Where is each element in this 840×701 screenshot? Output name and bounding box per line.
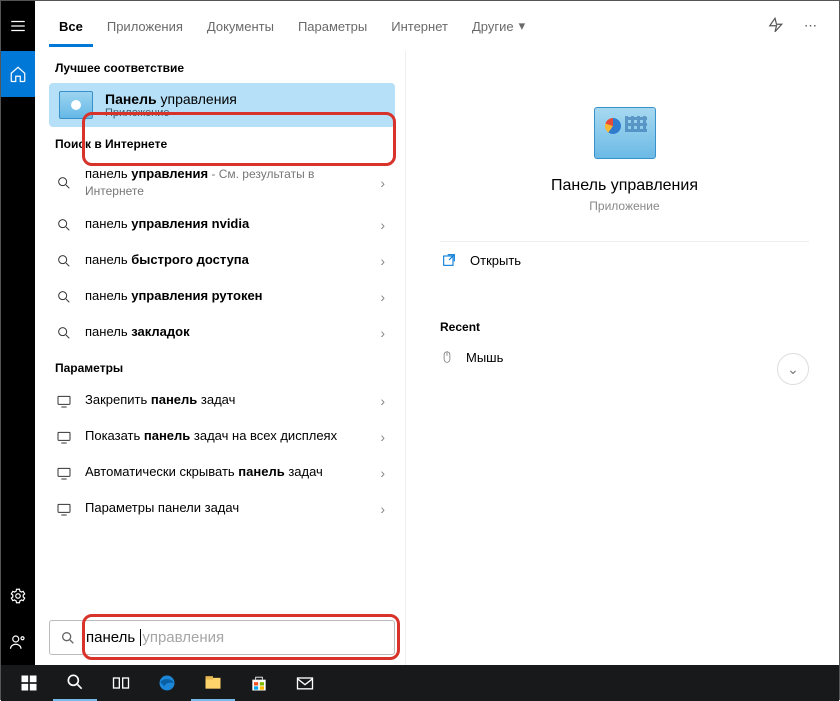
- best-match-title: Панель управления: [105, 91, 237, 107]
- search-icon: [55, 217, 73, 233]
- tab-apps[interactable]: Приложения: [97, 13, 193, 40]
- task-view-button[interactable]: [99, 665, 143, 701]
- mail-button[interactable]: [283, 665, 327, 701]
- search-icon: [55, 253, 73, 269]
- filter-tabs: Все Приложения Документы Параметры Интер…: [35, 1, 839, 51]
- preview-pane: Панель управления Приложение Открыть ⌄ R…: [405, 51, 839, 665]
- explorer-button[interactable]: [191, 665, 235, 701]
- web-result[interactable]: панель управления nvidia ›: [49, 207, 395, 243]
- display-icon: [55, 465, 73, 481]
- best-match-item[interactable]: Панель управления Приложение: [49, 83, 395, 127]
- more-button[interactable]: ⋯: [796, 18, 825, 34]
- section-settings: Параметры: [49, 351, 395, 383]
- chevron-down-icon: ▾: [519, 18, 526, 34]
- home-button[interactable]: [1, 51, 35, 97]
- tab-all[interactable]: Все: [49, 6, 93, 47]
- chevron-right-icon: ›: [376, 501, 389, 517]
- open-action[interactable]: Открыть: [440, 241, 809, 278]
- display-icon: [55, 429, 73, 445]
- preview-subtitle: Приложение: [440, 199, 809, 213]
- taskbar: [1, 665, 839, 701]
- preview-title: Панель управления: [440, 177, 809, 195]
- settings-button[interactable]: [1, 573, 35, 619]
- sidebar: [1, 1, 35, 665]
- search-panel: Все Приложения Документы Параметры Интер…: [35, 1, 839, 665]
- feedback-button[interactable]: [758, 16, 792, 37]
- tab-documents[interactable]: Документы: [197, 13, 284, 40]
- settings-result[interactable]: Параметры панели задач ›: [49, 491, 395, 527]
- results-list: Лучшее соответствие Панель управления Пр…: [35, 51, 405, 665]
- start-button[interactable]: [7, 665, 51, 701]
- recent-item[interactable]: Мышь: [440, 340, 809, 374]
- mouse-icon: [440, 348, 454, 366]
- section-web-search: Поиск в Интернете: [49, 127, 395, 159]
- settings-result[interactable]: Показать панель задач на всех дисплеях ›: [49, 419, 395, 455]
- best-match-subtitle: Приложение: [105, 107, 237, 119]
- chevron-right-icon: ›: [376, 175, 389, 191]
- store-button[interactable]: [237, 665, 281, 701]
- recent-header: Recent: [440, 320, 809, 340]
- chevron-right-icon: ›: [376, 465, 389, 481]
- taskbar-search-button[interactable]: [53, 665, 97, 701]
- display-icon: [55, 501, 73, 517]
- tab-internet[interactable]: Интернет: [381, 13, 458, 40]
- search-icon: [55, 175, 73, 191]
- control-panel-icon: [59, 91, 93, 119]
- search-icon: [55, 289, 73, 305]
- settings-result[interactable]: Автоматически скрывать панель задач ›: [49, 455, 395, 491]
- web-result[interactable]: панель быстрого доступа ›: [49, 243, 395, 279]
- chevron-right-icon: ›: [376, 217, 389, 233]
- expand-button[interactable]: ⌄: [777, 353, 809, 385]
- web-result[interactable]: панель управления - См. результаты в Инт…: [49, 159, 395, 207]
- web-result[interactable]: панель управления рутокен ›: [49, 279, 395, 315]
- search-icon: [55, 325, 73, 341]
- preview-app-icon: [594, 107, 656, 159]
- settings-result[interactable]: Закрепить панель задач ›: [49, 383, 395, 419]
- hamburger-button[interactable]: [1, 1, 35, 51]
- chevron-right-icon: ›: [376, 325, 389, 341]
- search-input[interactable]: панель управления: [49, 620, 395, 655]
- chevron-right-icon: ›: [376, 429, 389, 445]
- chevron-right-icon: ›: [376, 393, 389, 409]
- tab-parameters[interactable]: Параметры: [288, 13, 377, 40]
- profile-button[interactable]: [1, 619, 35, 665]
- web-result[interactable]: панель закладок ›: [49, 315, 395, 351]
- search-icon: [60, 630, 76, 646]
- open-icon: [440, 252, 458, 268]
- tab-others[interactable]: Другие▾: [462, 12, 535, 40]
- edge-button[interactable]: [145, 665, 189, 701]
- chevron-right-icon: ›: [376, 253, 389, 269]
- display-icon: [55, 393, 73, 409]
- section-best-match: Лучшее соответствие: [49, 51, 395, 83]
- chevron-right-icon: ›: [376, 289, 389, 305]
